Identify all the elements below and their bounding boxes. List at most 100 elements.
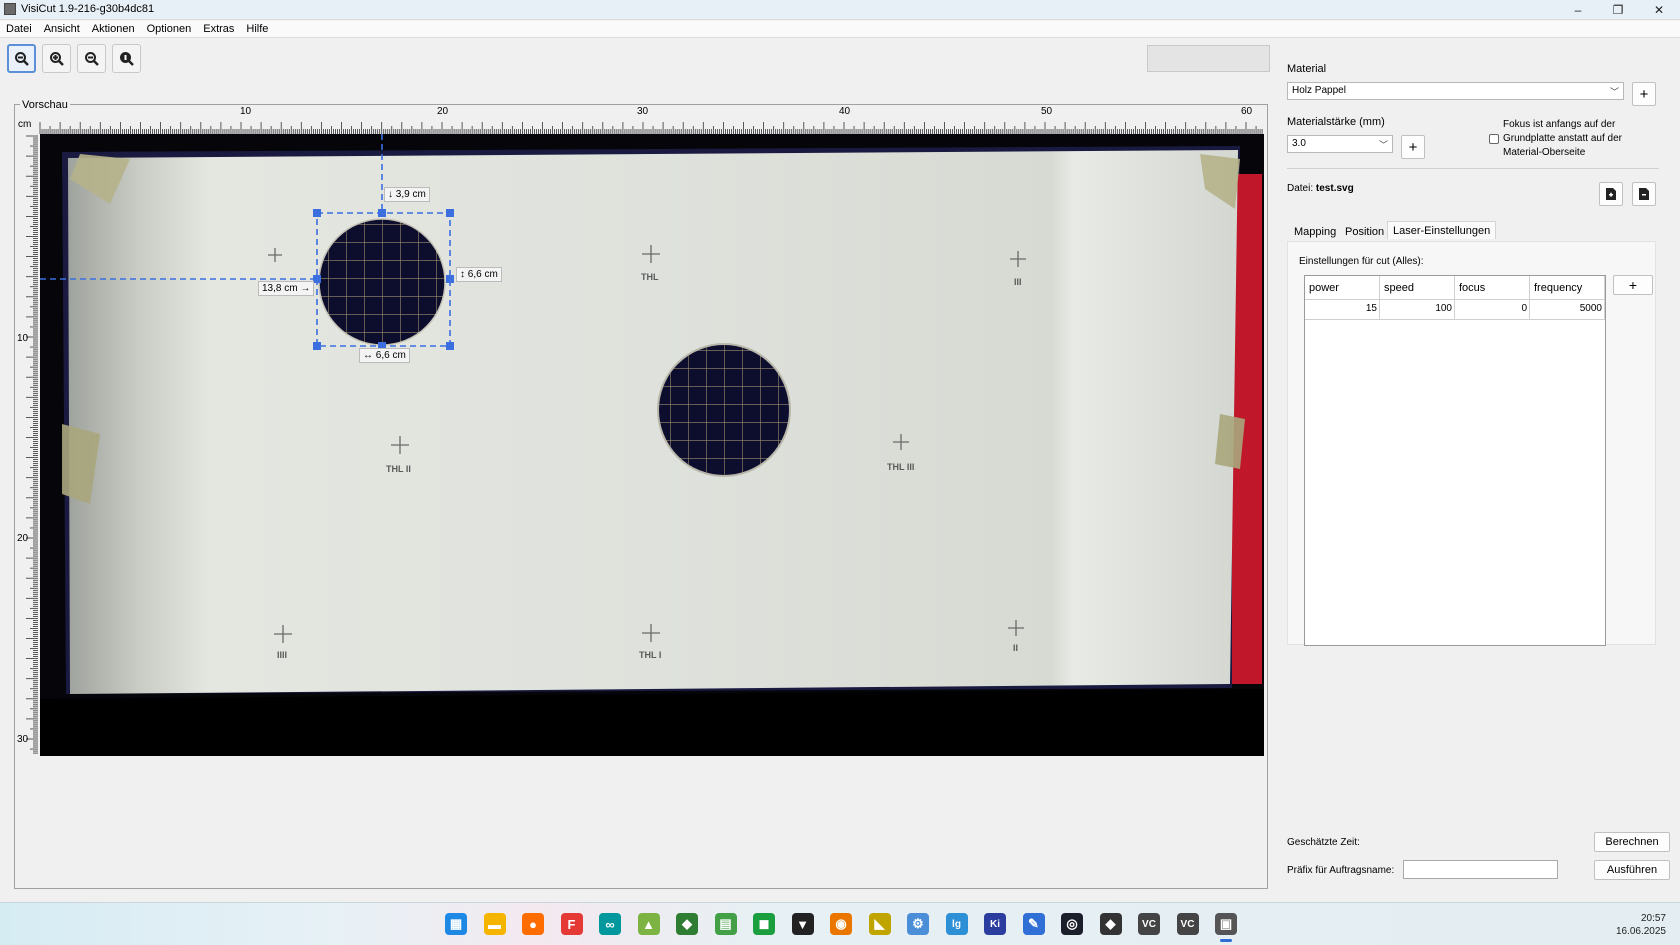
tally-mark: III <box>1014 277 1022 287</box>
file-remove-button[interactable] <box>1632 182 1656 206</box>
system-clock[interactable]: 20:57 16.06.2025 <box>1616 912 1666 938</box>
visicut-icon[interactable]: ▣ <box>1215 913 1237 935</box>
zoom-out-icon <box>84 51 99 66</box>
settings-title: Einstellungen für cut (Alles): <box>1299 256 1424 267</box>
execute-button[interactable]: Ausführen <box>1594 860 1670 880</box>
cell-focus[interactable]: 0 <box>1455 300 1530 320</box>
column-header-focus[interactable]: focus <box>1455 276 1530 300</box>
freecad-icon[interactable]: F <box>560 913 583 935</box>
ruler-top-label: 40 <box>839 106 851 117</box>
tally-mark: THL <box>641 272 659 282</box>
selected-circle-object[interactable] <box>318 218 446 346</box>
tally-mark: THL II <box>386 464 411 474</box>
cell-frequency[interactable]: 5000 <box>1530 300 1605 320</box>
dimension-top-offset: ↓ 3,9 cm <box>384 187 430 202</box>
add-thickness-button[interactable]: + <box>1401 135 1425 159</box>
lg-icon[interactable]: lg <box>945 913 968 935</box>
tab-mapping[interactable]: Mapping <box>1289 223 1341 241</box>
windows-start-icon[interactable]: ▦ <box>445 913 467 935</box>
ruler-top-label: 10 <box>240 106 252 117</box>
existing-cutout-hole <box>657 343 791 477</box>
file-label-text: Datei: <box>1287 183 1314 194</box>
menu-optionen[interactable]: Optionen <box>141 21 198 37</box>
ruler-left-label: 10 <box>17 333 29 344</box>
thickness-label: Materialstärke (mm) <box>1287 116 1385 128</box>
ruler-left <box>26 135 38 754</box>
material-select[interactable]: Holz Pappel ﹀ <box>1287 82 1624 100</box>
file-explorer-icon[interactable]: ▬ <box>483 913 506 935</box>
blender-icon[interactable]: ◉ <box>830 913 852 935</box>
tab-position[interactable]: Position <box>1340 223 1389 241</box>
ruler-top <box>39 122 1263 134</box>
image-viewer-icon[interactable]: ▲ <box>637 913 660 935</box>
title-bar: VisiCut 1.9-216-g30b4dc81 – ❐ ✕ <box>0 0 1680 20</box>
zoom-reset-button[interactable] <box>112 44 141 73</box>
clock-time: 20:57 <box>1640 913 1666 924</box>
add-material-button[interactable]: + <box>1632 82 1656 106</box>
zoom-in-button[interactable] <box>42 44 71 73</box>
zoom-fit-button[interactable] <box>7 44 36 73</box>
material-value: Holz Pappel <box>1292 85 1346 96</box>
focus-checkbox[interactable] <box>1489 134 1499 144</box>
firefox-icon[interactable]: ● <box>522 913 544 935</box>
progress-area <box>1147 45 1270 72</box>
cell-speed[interactable]: 100 <box>1380 300 1455 320</box>
vc-app-icon[interactable]: VC <box>1138 913 1160 935</box>
spreadsheet-icon[interactable]: ▤ <box>714 913 737 935</box>
laser-parameter-table: power speed focus frequency 15 100 0 500… <box>1304 275 1606 646</box>
preview-label: Vorschau <box>20 99 70 111</box>
dimension-left-offset: 13,8 cm → <box>258 281 315 296</box>
thickness-select[interactable]: 3.0 ﹀ <box>1287 135 1393 153</box>
ruler-unit: cm <box>18 119 32 130</box>
tape <box>1215 414 1245 469</box>
inkscape-icon[interactable]: ▼ <box>791 913 814 935</box>
ruler-left-label: 30 <box>17 734 29 745</box>
menu-datei[interactable]: Datei <box>0 21 38 37</box>
menu-extras[interactable]: Extras <box>197 21 240 37</box>
chevron-down-icon: ﹀ <box>1609 87 1619 97</box>
column-header-power[interactable]: power <box>1305 276 1380 300</box>
dimension-height: ↕ 6,6 cm <box>456 267 502 282</box>
focus-checkbox-label: Fokus ist anfangs auf der Grundplatte an… <box>1503 119 1622 158</box>
column-header-speed[interactable]: speed <box>1380 276 1455 300</box>
material-label: Material <box>1287 63 1327 75</box>
tool-icon[interactable]: ◣ <box>868 913 891 935</box>
chevron-down-icon: ﹀ <box>1378 140 1388 150</box>
tally-mark: IIII <box>277 650 287 660</box>
menu-aktionen[interactable]: Aktionen <box>86 21 141 37</box>
minimize-button[interactable]: – <box>1560 0 1596 20</box>
ruler-top-label: 20 <box>437 106 449 117</box>
zoom-out-button[interactable] <box>77 44 106 73</box>
tally-mark: II <box>1013 643 1018 653</box>
column-header-frequency[interactable]: frequency <box>1530 276 1605 300</box>
kicad-icon[interactable]: Ki <box>984 913 1006 935</box>
green-app-icon[interactable]: ◼ <box>753 913 775 935</box>
file-open-button[interactable] <box>1599 182 1623 206</box>
document-add-icon <box>1606 188 1616 200</box>
tab-laser-einstellungen[interactable]: Laser-Einstellungen <box>1387 221 1497 239</box>
notes-icon[interactable]: ◆ <box>676 913 698 935</box>
pen-app-icon[interactable]: ✎ <box>1022 913 1045 935</box>
arduino-icon[interactable]: ∞ <box>599 913 621 935</box>
file-label: Datei: test.svg <box>1287 183 1354 194</box>
add-parameter-button[interactable]: + <box>1613 275 1653 295</box>
job-prefix-input[interactable] <box>1403 860 1558 879</box>
calculate-button[interactable]: Berechnen <box>1594 832 1670 852</box>
vscode-icon[interactable]: ⚙ <box>907 913 929 935</box>
close-button[interactable]: ✕ <box>1641 0 1677 20</box>
dimension-width: ↔ 6,6 cm <box>359 348 410 363</box>
menu-ansicht[interactable]: Ansicht <box>38 21 86 37</box>
job-prefix-label: Präfix für Auftragsname: <box>1287 865 1395 876</box>
camera-preview[interactable]: THL III THL II THL III IIII THL I II <box>40 134 1264 756</box>
ruler-left-label: 20 <box>17 533 29 544</box>
cura-icon[interactable]: ◆ <box>1099 913 1122 935</box>
vc-app-2-icon[interactable]: VC <box>1176 913 1199 935</box>
active-app-indicator <box>1220 939 1232 942</box>
obs-icon[interactable]: ◎ <box>1061 913 1083 935</box>
tally-mark: THL III <box>887 462 914 472</box>
menu-hilfe[interactable]: Hilfe <box>240 21 274 37</box>
divider <box>1287 168 1659 169</box>
maximize-button[interactable]: ❐ <box>1600 0 1636 20</box>
cell-power[interactable]: 15 <box>1305 300 1380 320</box>
document-remove-icon <box>1639 188 1649 200</box>
